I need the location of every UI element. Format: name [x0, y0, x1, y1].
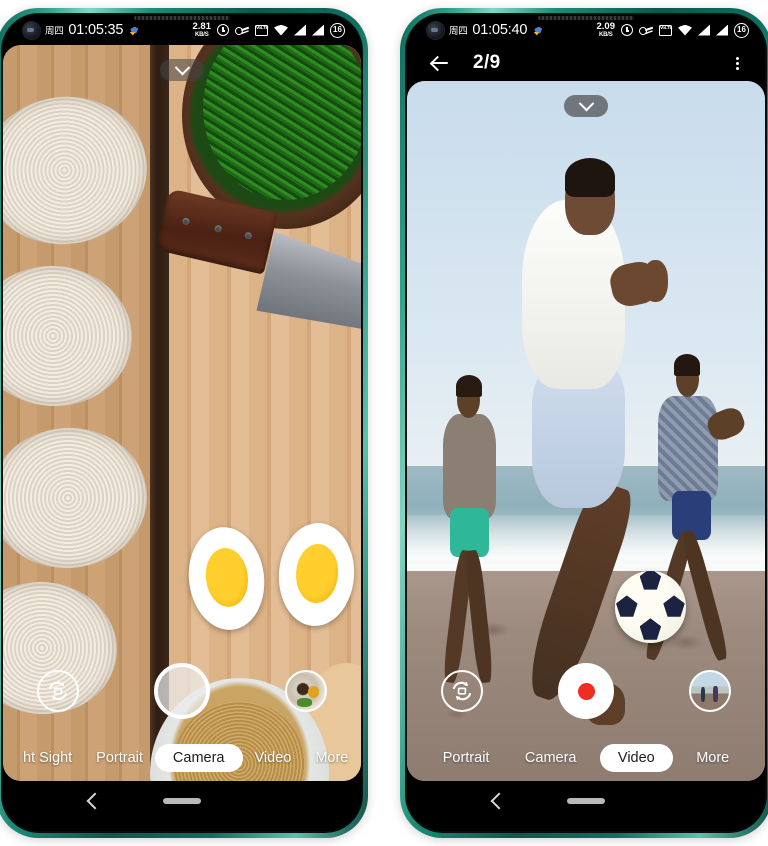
arrow-left-icon[interactable] [429, 52, 451, 74]
nav-back-icon[interactable] [86, 792, 104, 810]
network-speed-indicator: 2.09 KB/S [597, 22, 616, 38]
expand-settings-chevron-down-icon[interactable] [564, 95, 608, 117]
wifi-icon [274, 24, 288, 36]
alarm-icon [217, 24, 229, 36]
punch-hole-camera-icon [427, 21, 444, 39]
mode-video[interactable]: Video [599, 744, 673, 772]
right-phone-screen: 周四 01:05:40 2.09 KB/S VoLTE 16 2/9 Portr… [407, 15, 765, 831]
punch-hole-camera-icon [23, 21, 40, 39]
gallery-thumbnail[interactable] [689, 670, 731, 712]
camera-mode-bar: Portrait Camera Video More [407, 735, 765, 781]
signal-icon-2 [312, 24, 324, 36]
mode-portrait[interactable]: Portrait [431, 744, 502, 772]
mode-camera[interactable]: Camera [154, 744, 243, 772]
kebab-menu-icon[interactable] [729, 52, 747, 74]
status-day-label: 周四 [45, 26, 64, 37]
bird-icon [128, 24, 141, 37]
chevron-down-glyph [174, 59, 190, 75]
camera-viewfinder[interactable]: ht Sight Portrait Camera Video More [3, 45, 361, 781]
viewfinder-inner: Portrait Camera Video More [407, 81, 765, 781]
right-phone: 周四 01:05:40 2.09 KB/S VoLTE 16 2/9 Portr… [400, 8, 768, 838]
earpiece-grille [538, 16, 634, 20]
earpiece-grille [134, 16, 230, 20]
status-clock: 01:05:40 [472, 22, 528, 38]
signal-icon-1 [294, 24, 306, 36]
record-dot-icon [577, 682, 595, 700]
camera-mode-bar: ht Sight Portrait Camera Video More [3, 735, 361, 781]
signal-icon-2 [716, 24, 728, 36]
status-bar-left: 周四 01:05:35 [23, 21, 141, 39]
status-clock: 01:05:35 [68, 22, 124, 38]
two-phone-comparison: 周四 01:05:35 2.81 KB/S VoLTE 16 ht Sight … [0, 0, 768, 846]
network-speed-value: 2.81 [192, 21, 212, 33]
mode-night-sight[interactable]: ht Sight [11, 744, 84, 772]
status-bar-right: 2.09 KB/S VoLTE 16 [597, 22, 749, 38]
player-right-shirt [657, 396, 719, 501]
page-counter-title: 2/9 [473, 52, 501, 73]
player-left-hair [455, 375, 482, 398]
app-bar: 2/9 [407, 45, 765, 81]
chevron-down-glyph [578, 95, 594, 111]
left-phone-screen: 周四 01:05:35 2.81 KB/S VoLTE 16 ht Sight … [3, 15, 361, 831]
volte-icon: VoLTE [255, 24, 268, 36]
gallery-thumbnail[interactable] [285, 670, 327, 712]
volte-icon: VoLTE [659, 24, 672, 36]
alarm-icon [621, 24, 633, 36]
mode-video[interactable]: Video [243, 744, 304, 772]
key-icon [639, 24, 653, 36]
left-phone-bezel: 周四 01:05:35 2.81 KB/S VoLTE 16 ht Sight … [1, 13, 363, 833]
left-phone: 周四 01:05:35 2.81 KB/S VoLTE 16 ht Sight … [0, 8, 368, 838]
system-nav-bar [407, 781, 765, 831]
player-right-hair [674, 354, 701, 377]
status-bar-left: 周四 01:05:40 [427, 21, 545, 39]
battery-icon: 16 [330, 22, 345, 38]
player-left-shirt [442, 413, 497, 519]
main-player-hand [643, 259, 669, 302]
network-speed-value: 2.09 [596, 21, 616, 33]
system-nav-bar [3, 781, 361, 831]
mode-more[interactable]: More [684, 744, 741, 772]
mode-more[interactable]: More [303, 744, 360, 772]
wifi-icon [678, 24, 692, 36]
nav-back-icon[interactable] [490, 792, 508, 810]
camera-viewfinder[interactable]: Portrait Camera Video More [407, 81, 765, 781]
bird-icon [532, 24, 545, 37]
camera-controls [3, 663, 361, 719]
camera-flip-icon[interactable] [441, 670, 483, 712]
mode-portrait[interactable]: Portrait [84, 744, 155, 772]
network-speed-indicator: 2.81 KB/S [193, 22, 212, 38]
network-speed-unit: KB/S [194, 31, 209, 38]
expand-settings-chevron-down-icon[interactable] [160, 59, 204, 81]
camera-flip-icon[interactable] [37, 670, 79, 712]
soccer-ball [614, 571, 687, 643]
status-day-label: 周四 [449, 26, 468, 37]
status-bar-right: 2.81 KB/S VoLTE 16 [193, 22, 345, 38]
battery-icon: 16 [734, 22, 749, 38]
viewfinder-inner: ht Sight Portrait Camera Video More [3, 45, 361, 781]
nav-home-pill[interactable] [567, 798, 605, 804]
mode-camera[interactable]: Camera [513, 744, 589, 772]
network-speed-unit: KB/S [598, 31, 613, 38]
signal-icon-1 [698, 24, 710, 36]
camera-controls [407, 663, 765, 719]
main-player-hair [564, 158, 615, 197]
record-button[interactable] [558, 663, 614, 719]
shutter-button[interactable] [154, 663, 210, 719]
nav-home-pill[interactable] [163, 798, 201, 804]
key-icon [235, 24, 249, 36]
right-phone-bezel: 周四 01:05:40 2.09 KB/S VoLTE 16 2/9 Portr… [405, 13, 767, 833]
